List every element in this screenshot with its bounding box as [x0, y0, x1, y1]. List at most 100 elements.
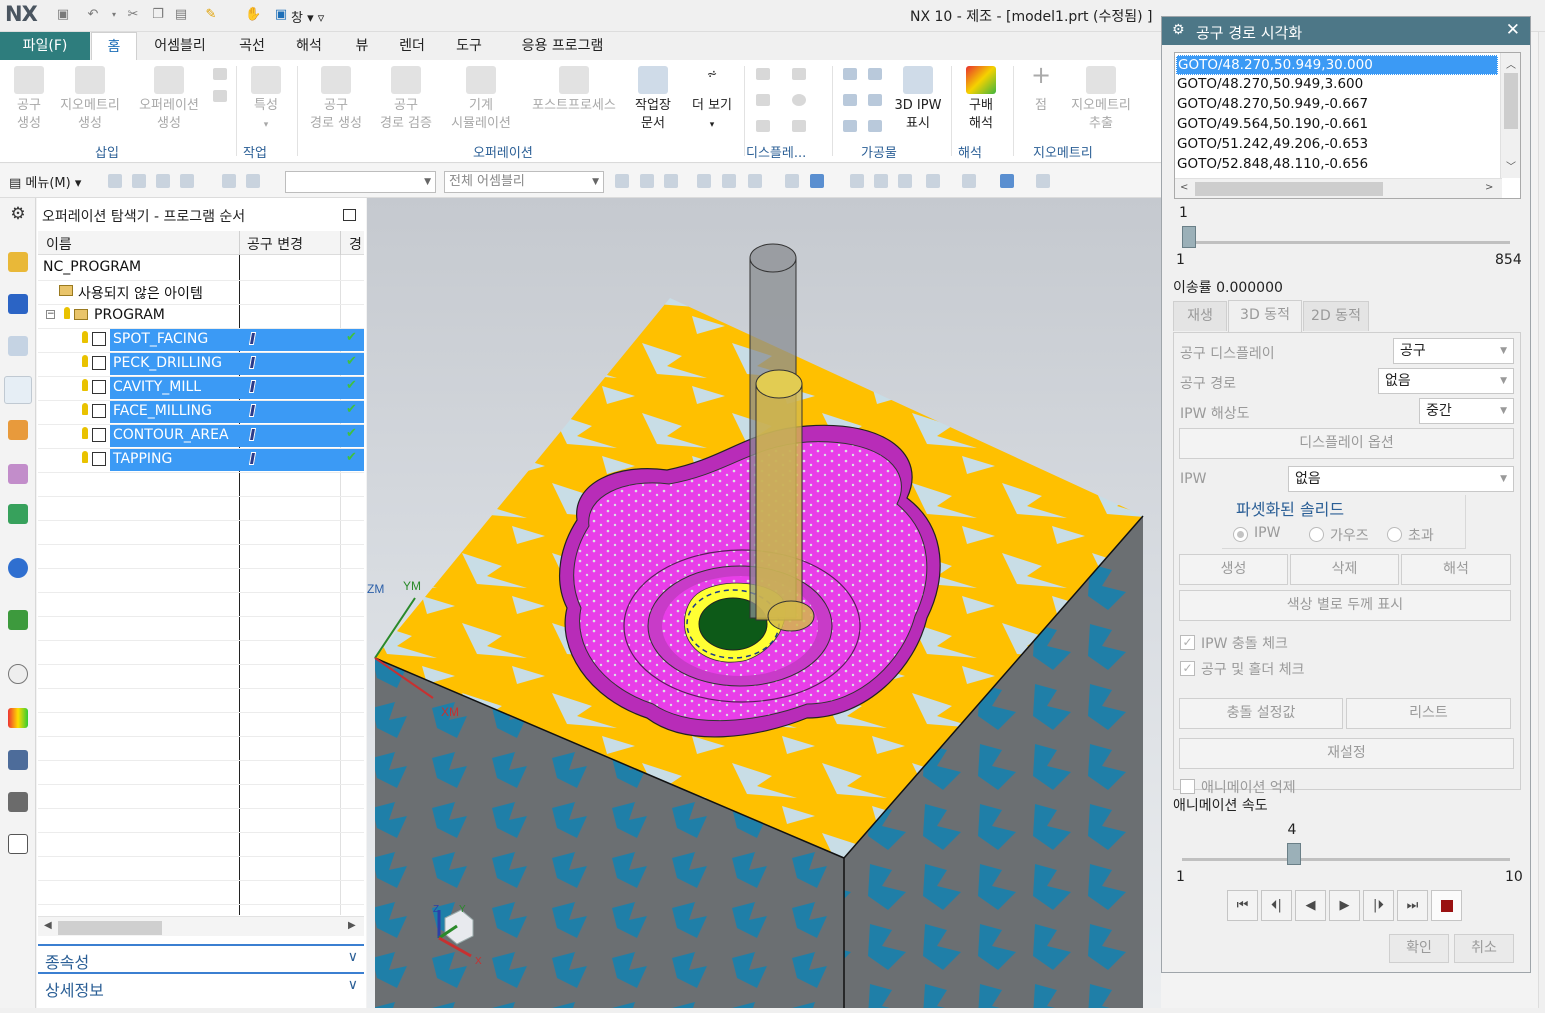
column-name[interactable]: 이름: [46, 234, 72, 254]
play-backward-button[interactable]: ◀: [1295, 890, 1326, 921]
ok-button[interactable]: 확인: [1389, 934, 1449, 963]
window-menu[interactable]: 창 ▾ ▿: [291, 7, 324, 26]
goto-line[interactable]: GOTO/48.270,50.949,-0.667: [1176, 95, 1368, 115]
reset-button[interactable]: 재설정: [1179, 738, 1514, 769]
collapse-icon[interactable]: −: [46, 310, 55, 319]
system-materials-icon[interactable]: [8, 708, 28, 728]
collision-settings-button[interactable]: 충돌 설정값: [1179, 698, 1343, 729]
scroll-right-icon[interactable]: ▶: [348, 920, 356, 931]
tab-home[interactable]: 홈: [91, 32, 137, 60]
type-filter-combo[interactable]: ▼: [285, 171, 436, 193]
create-tool-button[interactable]: 공구 생성: [8, 64, 50, 133]
tree-node[interactable]: − PROGRAM: [38, 304, 364, 328]
gear-icon[interactable]: ⚙: [8, 204, 28, 224]
tab-replay[interactable]: 재생: [1173, 301, 1227, 331]
display-small-icon-6[interactable]: [792, 120, 806, 132]
scroll-right-icon[interactable]: >: [1485, 182, 1493, 193]
list-button[interactable]: 리스트: [1346, 698, 1511, 729]
operation-row[interactable]: TAPPING ✔: [38, 448, 364, 472]
web-browser-icon[interactable]: [8, 610, 28, 630]
goto-list[interactable]: GOTO/48.270,50.949,30.000 GOTO/48.270,50.…: [1174, 52, 1521, 199]
tab-analysis[interactable]: 해석: [286, 32, 332, 60]
tool-holder-checkbox[interactable]: ✓: [1180, 661, 1195, 676]
toolbar-icon-14[interactable]: [810, 174, 824, 188]
tab-render[interactable]: 렌더: [389, 32, 435, 60]
column-tool-change[interactable]: 공구 변경: [247, 234, 303, 254]
play-forward-button[interactable]: ▶: [1329, 890, 1360, 921]
operation-row[interactable]: CAVITY_MILL ✔: [38, 376, 364, 400]
layer-icon[interactable]: [1036, 174, 1050, 188]
animation-speed-thumb[interactable]: [1286, 843, 1301, 865]
tool-path-select[interactable]: 없음 ▼: [1378, 368, 1514, 394]
hd3d-tools-icon[interactable]: [8, 558, 28, 578]
gear-icon[interactable]: ⚙: [1172, 22, 1185, 38]
machine-simulation-button[interactable]: 기계 시뮬레이션: [443, 64, 519, 133]
workpiece-small-icon-5[interactable]: [843, 120, 857, 132]
details-panel[interactable]: 상세정보 ∨: [38, 972, 364, 1000]
toolbar-icon-13[interactable]: [785, 174, 799, 188]
save-icon[interactable]: ▣: [55, 7, 71, 23]
rewind-to-start-button[interactable]: ⏮: [1227, 890, 1258, 921]
column-path[interactable]: 경: [349, 234, 362, 254]
display-small-icon-4[interactable]: [792, 94, 806, 106]
toolbar-icon-4[interactable]: [180, 174, 194, 188]
radio-excess[interactable]: [1387, 527, 1402, 542]
toolbar-icon-6[interactable]: [246, 174, 260, 188]
ipw-select[interactable]: 없음 ▼: [1288, 466, 1514, 492]
workpiece-small-icon-3[interactable]: [843, 94, 857, 106]
generate-toolpath-button[interactable]: 공구 경로 생성: [303, 64, 369, 133]
history-icon[interactable]: [8, 664, 28, 684]
workpiece-small-icon-6[interactable]: [868, 120, 882, 132]
goto-line[interactable]: GOTO/51.242,49.206,-0.653: [1176, 135, 1368, 155]
tool-display-select[interactable]: 공구 ▼: [1393, 338, 1514, 364]
create-button[interactable]: 생성: [1179, 554, 1288, 585]
toolbar-icon-10[interactable]: [697, 174, 711, 188]
step-back-button[interactable]: ⏴|: [1261, 890, 1292, 921]
extract-geometry-button[interactable]: 지오메트리 추출: [1062, 64, 1140, 133]
workpiece-small-icon-2[interactable]: [868, 68, 882, 80]
graphics-window[interactable]: ZM YM XM Z Y X: [367, 198, 1161, 1008]
point-button[interactable]: + 점: [1023, 63, 1059, 115]
toolbar-icon-8[interactable]: [640, 174, 654, 188]
3d-ipw-display-button[interactable]: 3D IPW 표시: [890, 64, 946, 133]
rotate-icon[interactable]: [898, 174, 912, 188]
ipw-collision-checkbox[interactable]: ✓: [1180, 635, 1195, 650]
horizontal-scrollbar[interactable]: < >: [1175, 178, 1502, 198]
more-button[interactable]: ⩫ 더 보기 ▾: [684, 64, 740, 134]
operation-row[interactable]: FACE_MILLING ✔: [38, 400, 364, 424]
tab-3d-dynamic[interactable]: 3D 동적: [1228, 300, 1302, 332]
scroll-up-icon[interactable]: ︿: [1506, 56, 1516, 71]
machining-feature-navigator-icon[interactable]: [8, 464, 28, 484]
insert-small-icon-1[interactable]: [213, 68, 227, 80]
fast-forward-button[interactable]: ⏭: [1397, 890, 1428, 921]
scroll-down-icon[interactable]: ﹀: [1506, 158, 1516, 173]
cancel-button[interactable]: 취소: [1454, 934, 1514, 963]
suppress-animation-checkbox[interactable]: [1180, 779, 1195, 794]
workpiece-small-icon-4[interactable]: [868, 94, 882, 106]
operation-row[interactable]: SPOT_FACING ✔: [38, 328, 364, 352]
delete-button[interactable]: 삭제: [1290, 554, 1399, 585]
toolbar-icon-1[interactable]: [108, 174, 122, 188]
process-studio-icon[interactable]: [8, 750, 28, 770]
horizontal-scrollbar[interactable]: ◀ ▶: [38, 916, 364, 936]
postprocess-button[interactable]: 포스트프로세스: [523, 64, 625, 115]
radio-ipw[interactable]: [1233, 527, 1248, 542]
properties-button[interactable]: 특성 ▾: [243, 64, 289, 134]
close-icon[interactable]: ✕: [1506, 20, 1520, 40]
create-geometry-button[interactable]: 지오메트리 생성: [52, 64, 128, 133]
scroll-left-icon[interactable]: ◀: [44, 920, 52, 931]
maximize-icon[interactable]: [343, 209, 356, 221]
fit-view-icon[interactable]: [850, 174, 864, 188]
scrollbar-thumb[interactable]: [58, 921, 162, 935]
display-options-button[interactable]: 디스플레이 옵션: [1179, 428, 1514, 459]
step-slider-thumb[interactable]: [1182, 226, 1196, 248]
display-small-icon-3[interactable]: [756, 94, 770, 106]
toolbar-icon-5[interactable]: [222, 174, 236, 188]
step-slider-track[interactable]: [1182, 241, 1510, 244]
toolbar-icon-2[interactable]: [132, 174, 146, 188]
operation-navigator-icon[interactable]: [4, 376, 32, 404]
copy-icon[interactable]: ❐: [150, 7, 166, 23]
verify-toolpath-button[interactable]: 공구 경로 검증: [372, 64, 440, 133]
tree-node[interactable]: NC_PROGRAM: [38, 256, 364, 280]
zoom-icon[interactable]: [874, 174, 888, 188]
